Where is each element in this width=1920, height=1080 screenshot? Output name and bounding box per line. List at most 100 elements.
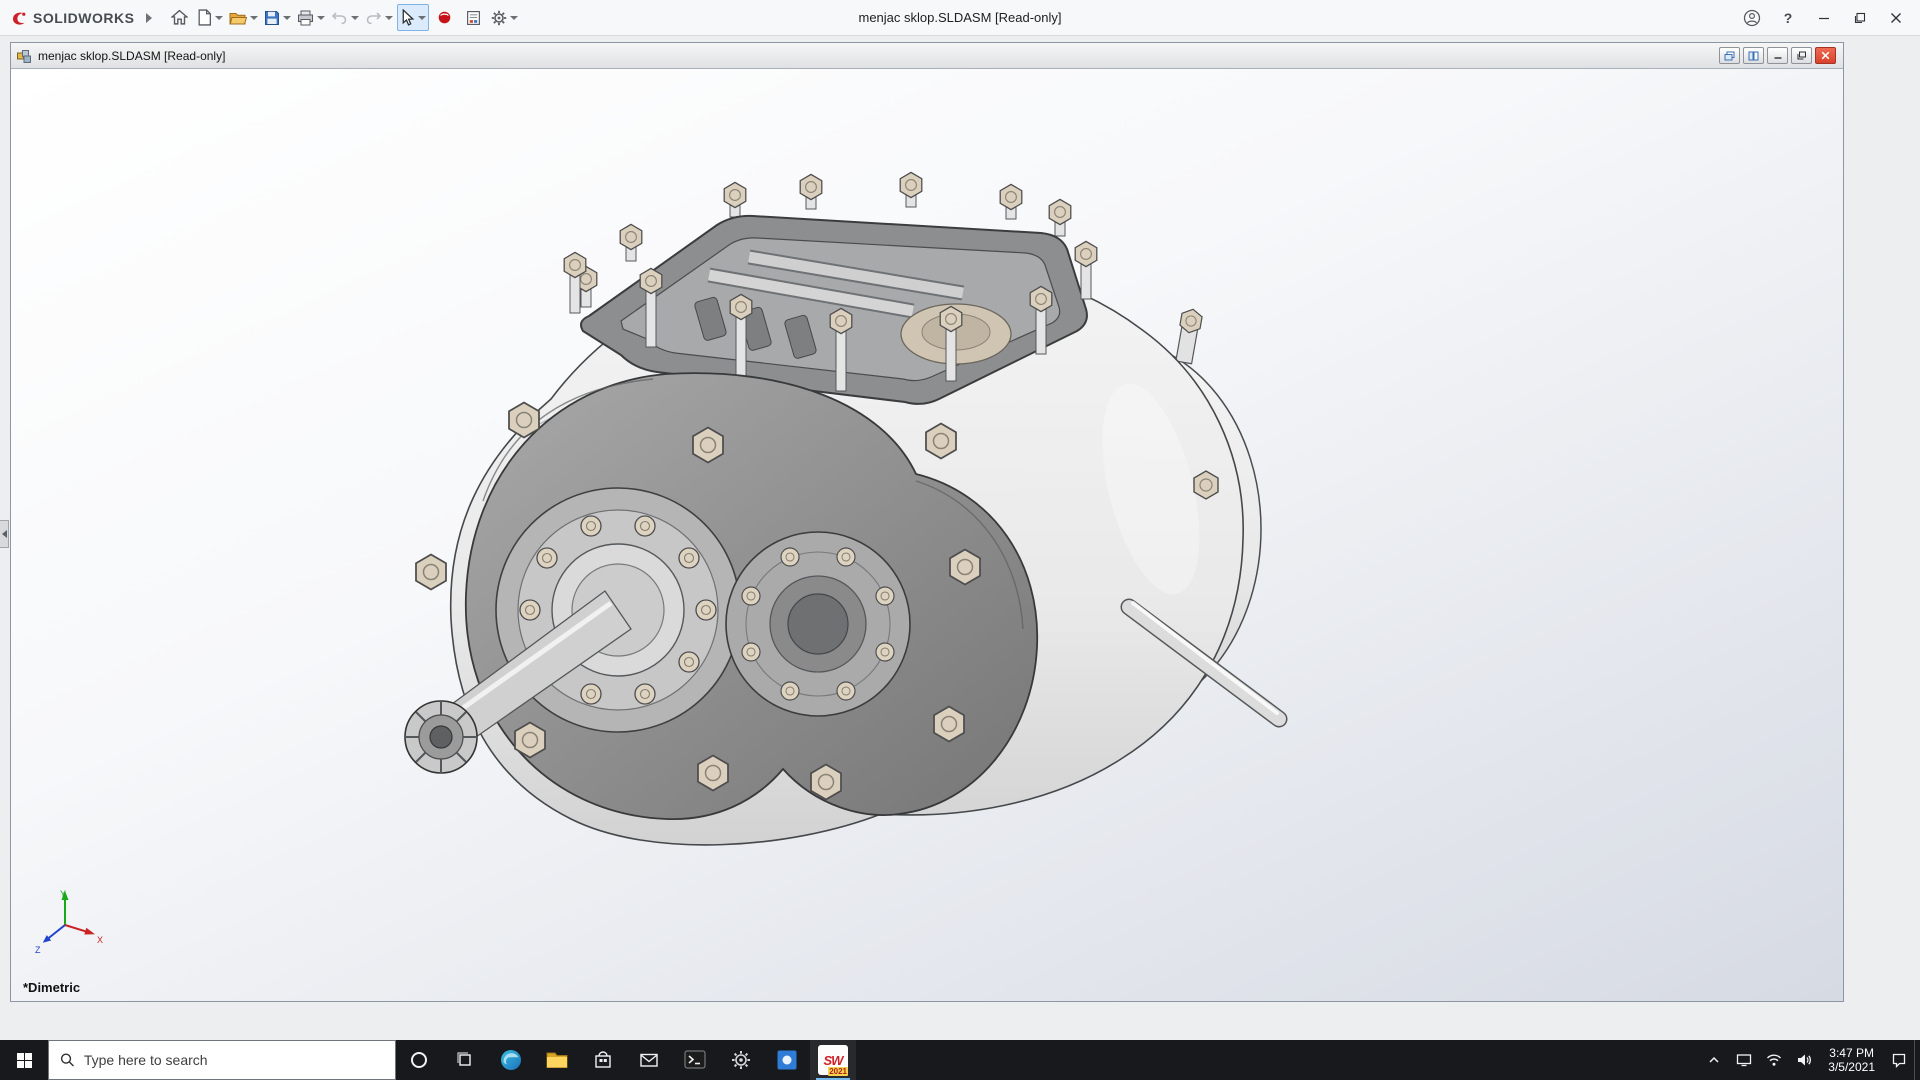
- select-button[interactable]: [397, 4, 429, 31]
- solidworks-version-badge: 2021: [828, 1067, 848, 1076]
- volume-icon: [1796, 1052, 1812, 1068]
- chevron-down-icon[interactable]: [250, 16, 258, 20]
- quick-access-toolbar: [166, 4, 520, 31]
- home-icon: [171, 9, 188, 26]
- user-account-button[interactable]: [1734, 0, 1770, 35]
- featuremanager-collapse-tab[interactable]: [0, 520, 9, 548]
- tile-windows-button[interactable]: [1743, 47, 1764, 64]
- taskbar-app-photos[interactable]: [764, 1040, 810, 1080]
- model-splined-coupling[interactable]: [405, 701, 477, 773]
- photos-icon: [775, 1048, 799, 1072]
- start-button[interactable]: [0, 1040, 48, 1080]
- open-folder-icon: [229, 10, 247, 26]
- chevron-down-icon[interactable]: [283, 16, 291, 20]
- settings-gear-icon: [730, 1049, 752, 1071]
- assembly-document-icon: [16, 48, 32, 64]
- close-icon: [1890, 12, 1902, 24]
- new-document-icon: [197, 9, 212, 26]
- taskbar-app-edge[interactable]: [488, 1040, 534, 1080]
- maximize-button[interactable]: [1842, 0, 1878, 35]
- chevron-down-icon[interactable]: [418, 16, 426, 20]
- close-icon: [1821, 51, 1830, 60]
- doc-restore-button[interactable]: [1791, 47, 1812, 64]
- network-tray-button[interactable]: [1759, 1040, 1789, 1080]
- taskbar-app-file-explorer[interactable]: [534, 1040, 580, 1080]
- taskbar-app-command-prompt[interactable]: [672, 1040, 718, 1080]
- doc-close-button[interactable]: [1815, 47, 1836, 64]
- view-orientation-label: *Dimetric: [23, 980, 80, 995]
- new-document-button[interactable]: [195, 4, 225, 31]
- print-button[interactable]: [295, 4, 327, 31]
- app-title: menjac sklop.SLDASM [Read-only]: [858, 10, 1061, 25]
- help-button[interactable]: ?: [1770, 0, 1806, 35]
- cortana-icon: [411, 1052, 427, 1068]
- chevron-down-icon[interactable]: [215, 16, 223, 20]
- chevron-down-icon[interactable]: [510, 16, 518, 20]
- doc-minimize-button[interactable]: [1767, 47, 1788, 64]
- close-button[interactable]: [1878, 0, 1914, 35]
- action-center-button[interactable]: [1884, 1040, 1914, 1080]
- save-icon: [264, 10, 280, 26]
- options-button[interactable]: [489, 4, 520, 31]
- minimize-icon: [1773, 51, 1783, 60]
- edge-icon: [499, 1048, 523, 1072]
- redo-icon: [365, 10, 382, 25]
- tile-windows-icon: [1748, 51, 1759, 61]
- graphics-viewport[interactable]: Y X Z *Dimetric: [11, 69, 1843, 1001]
- search-icon: [60, 1052, 75, 1068]
- taskbar-app-solidworks[interactable]: SW 2021: [810, 1040, 856, 1080]
- save-button[interactable]: [262, 4, 293, 31]
- document-titlebar: menjac sklop.SLDASM [Read-only]: [11, 43, 1843, 69]
- gear-icon: [491, 10, 507, 26]
- taskbar-app-microsoft-store[interactable]: [580, 1040, 626, 1080]
- hidden-icons-button[interactable]: [1699, 1040, 1729, 1080]
- cascade-windows-button[interactable]: [1719, 47, 1740, 64]
- show-desktop-button[interactable]: [1914, 1040, 1920, 1080]
- dassault-logo-icon: [10, 9, 28, 27]
- taskbar-clock[interactable]: 3:47 PM 3/5/2021: [1819, 1040, 1884, 1080]
- file-explorer-icon: [545, 1048, 569, 1072]
- document-window: menjac sklop.SLDASM [Read-only]: [10, 42, 1844, 1002]
- home-button[interactable]: [166, 4, 193, 31]
- action-center-icon: [1891, 1052, 1907, 1068]
- clock-date: 3/5/2021: [1828, 1060, 1875, 1074]
- mail-icon: [638, 1049, 660, 1071]
- cascade-windows-icon: [1724, 51, 1735, 61]
- solidworks-app-icon: SW 2021: [818, 1045, 848, 1075]
- display-tray-button[interactable]: [1729, 1040, 1759, 1080]
- cortana-button[interactable]: [396, 1040, 442, 1080]
- minimize-icon: [1818, 12, 1830, 24]
- chevron-down-icon[interactable]: [385, 16, 393, 20]
- triad-z-label: Z: [35, 945, 41, 955]
- document-title: menjac sklop.SLDASM [Read-only]: [38, 49, 225, 63]
- undo-icon: [331, 10, 348, 25]
- search-input[interactable]: [84, 1052, 384, 1068]
- taskbar-app-settings[interactable]: [718, 1040, 764, 1080]
- chevron-down-icon[interactable]: [317, 16, 325, 20]
- task-pane-button[interactable]: [460, 4, 487, 31]
- gearbox-assembly-model[interactable]: [11, 69, 1843, 1001]
- microsoft-store-icon: [592, 1049, 614, 1071]
- window-controls: ?: [1734, 0, 1914, 35]
- 3dexperience-button[interactable]: [431, 4, 458, 31]
- model-side-cover[interactable]: [726, 532, 910, 716]
- task-view-button[interactable]: [442, 1040, 488, 1080]
- minimize-button[interactable]: [1806, 0, 1842, 35]
- volume-tray-button[interactable]: [1789, 1040, 1819, 1080]
- solidworks-app: SOLIDWORKS: [0, 0, 1920, 1080]
- command-prompt-icon: [683, 1048, 707, 1072]
- select-cursor-icon: [400, 9, 415, 26]
- windows-logo-icon: [17, 1053, 32, 1068]
- menu-expand-arrow[interactable]: [146, 13, 152, 23]
- windows-taskbar: SW 2021: [0, 1040, 1920, 1080]
- redo-button[interactable]: [363, 4, 395, 31]
- taskbar-search[interactable]: [48, 1040, 396, 1080]
- undo-button[interactable]: [329, 4, 361, 31]
- maximize-icon: [1854, 12, 1866, 24]
- system-tray: 3:47 PM 3/5/2021: [1699, 1040, 1920, 1080]
- taskbar-app-mail[interactable]: [626, 1040, 672, 1080]
- user-account-icon: [1743, 9, 1761, 27]
- chevron-down-icon[interactable]: [351, 16, 359, 20]
- open-button[interactable]: [227, 4, 260, 31]
- orientation-triad[interactable]: Y X Z: [33, 887, 113, 959]
